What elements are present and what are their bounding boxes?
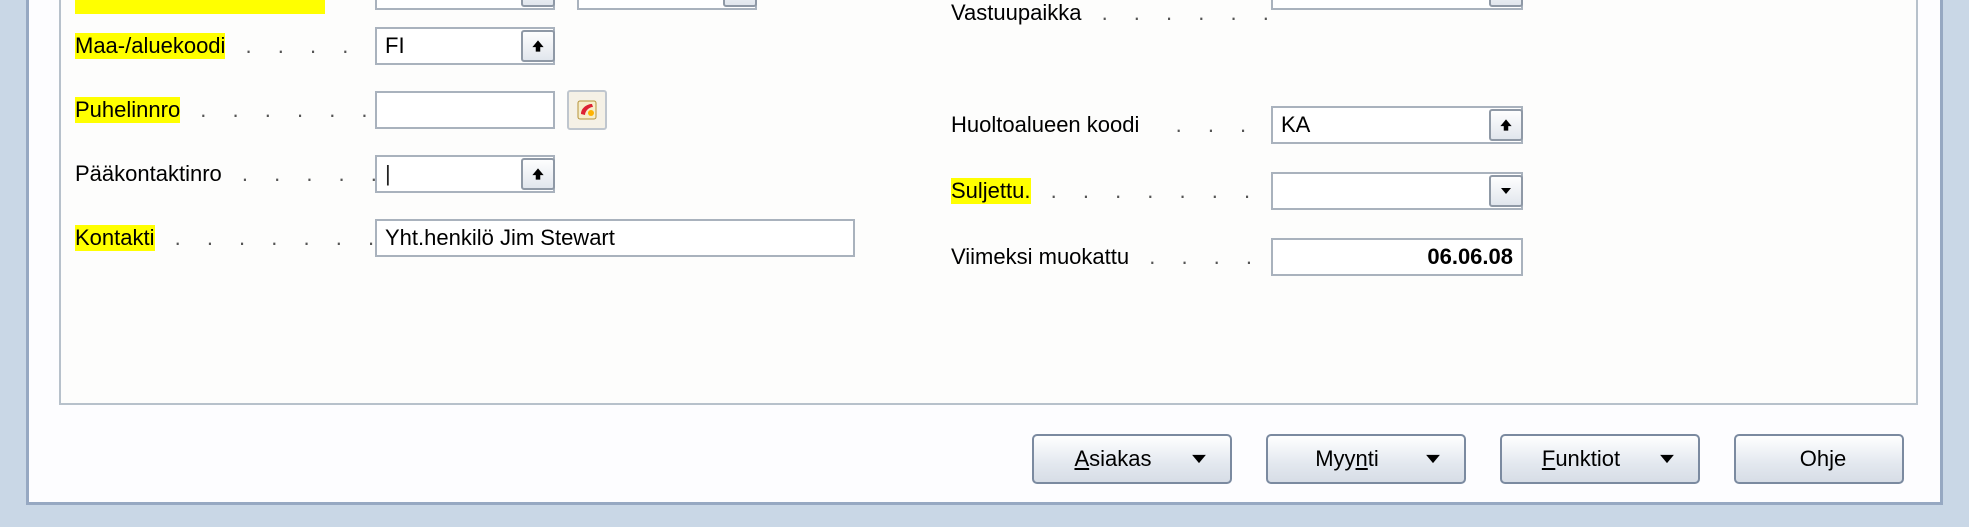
button-bar: Asiakas Myynti Funktiot Ohje xyxy=(1032,434,1904,484)
dots: . . . . xyxy=(1139,112,1271,138)
responsibility-center-input[interactable] xyxy=(1271,0,1523,10)
lookup-icon[interactable] xyxy=(521,30,555,62)
dots: . . . . . . . xyxy=(1081,0,1271,26)
dots: . . . . . xyxy=(1129,244,1271,270)
myynti-menu-button[interactable]: Myynti xyxy=(1266,434,1466,484)
label-country-code: Maa-/aluekoodi xyxy=(75,33,225,59)
label-phone: Puhelinnro xyxy=(75,97,180,123)
label-responsibility-center: Vastuupaikka xyxy=(951,0,1081,26)
cropped-row xyxy=(75,0,951,14)
right-form-column: Vastuupaikka . . . . . . . Huoltoalueen xyxy=(951,0,1881,290)
dots: . . . . . . xyxy=(225,33,375,59)
funktiot-menu-button[interactable]: Funktiot xyxy=(1500,434,1700,484)
label-closed: Suljettu. xyxy=(951,178,1031,204)
dots: . . . . . . xyxy=(222,161,375,187)
chevron-down-icon xyxy=(1656,448,1678,470)
lookup-icon[interactable] xyxy=(723,0,757,7)
lookup-icon[interactable] xyxy=(521,158,555,190)
row-service-area-code: Huoltoalueen koodi . . . . xyxy=(951,92,1881,158)
row-closed: Suljettu. . . . . . . . . . xyxy=(951,158,1881,224)
chevron-down-icon xyxy=(1422,448,1444,470)
row-phone: Puhelinnro . . . . . . . . xyxy=(75,78,951,142)
label-contact: Kontakti xyxy=(75,225,155,251)
btn-label: siakas xyxy=(1089,446,1151,471)
label-main-contact-no: Pääkontaktinro xyxy=(75,161,222,187)
row-last-modified: Viimeksi muokattu . . . . . xyxy=(951,224,1881,290)
dots: . . . . . . . . . xyxy=(155,225,376,251)
row-country-code: Maa-/aluekoodi . . . . . . xyxy=(75,14,951,78)
service-area-code-input[interactable] xyxy=(1271,106,1523,144)
ohje-button[interactable]: Ohje xyxy=(1734,434,1904,484)
asiakas-menu-button[interactable]: Asiakas xyxy=(1032,434,1232,484)
row-responsibility-center: Vastuupaikka . . . . . . . xyxy=(951,0,1881,66)
row-main-contact-no: Pääkontaktinro . . . . . . xyxy=(75,142,951,206)
chevron-down-icon xyxy=(1188,448,1210,470)
dots: . . . . . . . . . xyxy=(1031,178,1271,204)
lookup-icon[interactable] xyxy=(521,0,555,7)
row-contact: Kontakti . . . . . . . . . xyxy=(75,206,951,270)
dropdown-icon[interactable] xyxy=(1489,175,1523,207)
left-form-column: Maa-/aluekoodi . . . . . . Puhelinnro xyxy=(61,0,951,290)
closed-select[interactable] xyxy=(1271,172,1523,210)
label-last-modified: Viimeksi muokattu xyxy=(951,244,1129,270)
lookup-icon[interactable] xyxy=(1489,0,1523,7)
last-modified-display xyxy=(1271,238,1523,276)
contact-input[interactable] xyxy=(375,219,855,257)
phone-dial-icon[interactable] xyxy=(567,90,607,130)
dots: . . . . . . . . xyxy=(180,97,375,123)
btn-label: Ohje xyxy=(1764,446,1882,472)
phone-input[interactable] xyxy=(375,91,555,129)
lookup-icon[interactable] xyxy=(1489,109,1523,141)
highlight-remnant xyxy=(75,0,325,14)
label-service-area-code: Huoltoalueen koodi xyxy=(951,112,1139,138)
